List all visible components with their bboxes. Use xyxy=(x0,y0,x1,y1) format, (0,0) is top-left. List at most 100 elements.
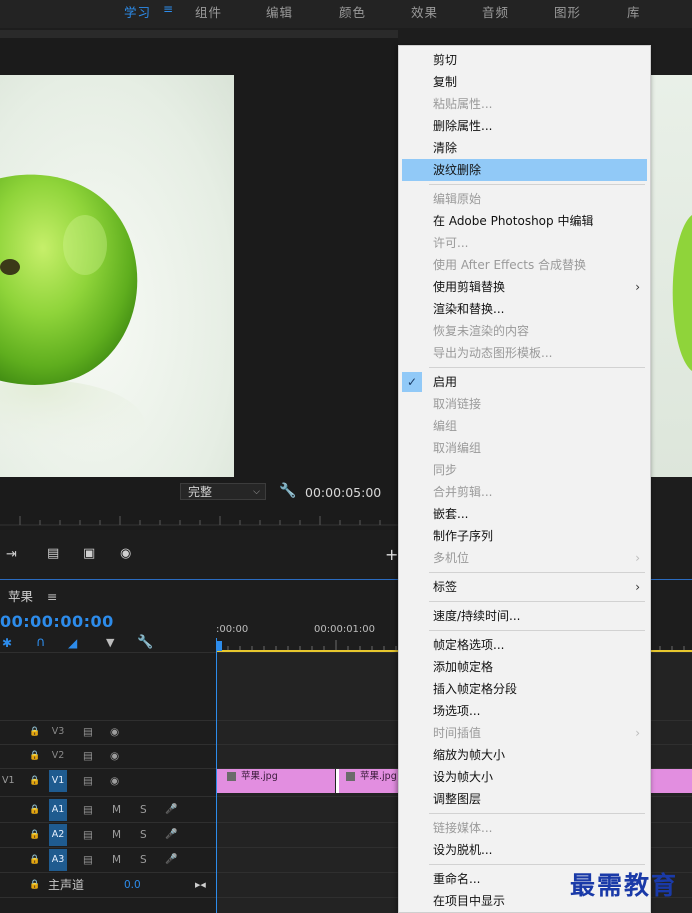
eye-icon[interactable]: ◉ xyxy=(110,770,119,792)
menu-item: 使用 After Effects 合成替换 xyxy=(399,254,650,276)
menu-item: 恢复未渲染的内容 xyxy=(399,320,650,342)
menu-item-label: 启用 xyxy=(433,375,458,389)
magnet-icon[interactable]: ∩ xyxy=(36,635,46,650)
lock-icon[interactable]: 🔒 xyxy=(29,745,40,767)
sequence-tab[interactable]: 苹果 ≡ xyxy=(8,586,57,605)
eye-icon[interactable]: ◉ xyxy=(110,721,119,743)
workspace-tab[interactable]: 图形 xyxy=(554,2,581,21)
menu-item[interactable]: 渲染和替换... xyxy=(399,298,650,320)
lock-icon[interactable]: 🔒 xyxy=(29,770,40,792)
menu-item[interactable]: 清除 xyxy=(399,137,650,159)
track-target-a3[interactable]: A3 xyxy=(49,849,67,871)
track-header-v2[interactable]: 🔒 V2 ▤ ◉ xyxy=(0,745,216,769)
track-header-v3[interactable]: 🔒 V3 ▤ ◉ xyxy=(0,721,216,745)
lock-icon[interactable]: 🔒 xyxy=(29,824,40,846)
chevron-down-icon: ⌵ xyxy=(253,487,260,497)
marker-icon[interactable]: ▼ xyxy=(106,636,114,649)
lock-icon[interactable]: 🔒 xyxy=(29,799,40,821)
camera-icon[interactable]: ◉ xyxy=(120,546,131,561)
mute-button[interactable]: M xyxy=(112,799,121,821)
add-button-icon[interactable]: + xyxy=(385,545,398,564)
track-target-a1[interactable]: A1 xyxy=(49,799,67,821)
go-to-end-icon[interactable]: ▶◀ xyxy=(195,874,206,896)
menu-item[interactable]: 删除属性... xyxy=(399,115,650,137)
wrench-icon[interactable]: 🔧 xyxy=(279,483,296,499)
track-header-a1[interactable]: 🔒 A1 ▤ M S 🎤 xyxy=(0,799,216,823)
track-target-v2[interactable]: V2 xyxy=(49,745,67,767)
workspace-menu-icon[interactable]: ≡ xyxy=(163,2,174,16)
master-volume-value[interactable]: 0.0 xyxy=(124,874,141,896)
timeline-clip-continued[interactable] xyxy=(651,769,692,793)
playback-resolution-dropdown[interactable]: 完整 ⌵ xyxy=(180,483,266,500)
workspace-tab[interactable]: 组件 xyxy=(195,2,222,21)
menu-item[interactable]: 调整图层 xyxy=(399,788,650,810)
menu-item[interactable]: 插入帧定格分段 xyxy=(399,678,650,700)
menu-item[interactable]: 设为脱机... xyxy=(399,839,650,861)
microphone-icon[interactable]: 🎤 xyxy=(165,799,177,821)
menu-item-label: 添加帧定格 xyxy=(433,660,494,674)
lock-icon[interactable]: 🔒 xyxy=(29,874,40,896)
playhead-line[interactable] xyxy=(216,638,217,913)
sync-lock-icon[interactable]: ▤ xyxy=(83,721,93,743)
menu-item[interactable]: 复制 xyxy=(399,71,650,93)
workspace-tab[interactable]: 效果 xyxy=(411,2,438,21)
workspace-tab[interactable]: 库 xyxy=(627,2,641,21)
timeline-clip[interactable]: 苹果.jpg xyxy=(217,769,335,793)
lock-icon[interactable]: 🔒 xyxy=(29,849,40,871)
source-patch-label[interactable]: V1 xyxy=(2,770,15,792)
mute-button[interactable]: M xyxy=(112,849,121,871)
wrench-icon[interactable]: 🔧 xyxy=(137,635,153,650)
sync-lock-icon[interactable]: ▤ xyxy=(83,745,93,767)
track-header-a3[interactable]: 🔒 A3 ▤ M S 🎤 xyxy=(0,849,216,873)
microphone-icon[interactable]: 🎤 xyxy=(165,849,177,871)
menu-item-label: 编辑原始 xyxy=(433,192,482,206)
timeline-clip[interactable]: 苹果.jpg xyxy=(336,769,398,793)
clip-name: 苹果.jpg xyxy=(360,771,397,782)
menu-item[interactable]: 使用剪辑替换 › xyxy=(399,276,650,298)
menu-item[interactable]: 缩放为帧大小 xyxy=(399,744,650,766)
workspace-tab[interactable]: 音频 xyxy=(482,2,509,21)
sync-lock-icon[interactable]: ▤ xyxy=(83,799,93,821)
menu-icon[interactable]: ≡ xyxy=(47,589,57,604)
menu-item[interactable]: 标签 › xyxy=(399,576,650,598)
lock-icon[interactable]: 🔒 xyxy=(29,721,40,743)
menu-item[interactable]: 帧定格选项... xyxy=(399,634,650,656)
menu-item-label: 设为脱机... xyxy=(433,843,493,857)
menu-item[interactable]: ✓ 启用 xyxy=(399,371,650,393)
menu-item[interactable]: 场选项... xyxy=(399,700,650,722)
sync-lock-icon[interactable]: ▤ xyxy=(83,770,93,792)
sync-lock-icon[interactable]: ▤ xyxy=(83,824,93,846)
track-header-v1[interactable]: V1 🔒 V1 ▤ ◉ xyxy=(0,770,216,794)
snap-icon[interactable]: ✱ xyxy=(2,636,12,650)
track-target-v3[interactable]: V3 xyxy=(49,721,67,743)
menu-item[interactable]: 剪切 xyxy=(399,49,650,71)
workspace-tab[interactable]: 编辑 xyxy=(266,2,293,21)
extract-icon[interactable]: ▣ xyxy=(83,546,95,561)
go-to-out-icon[interactable]: ⇥ xyxy=(6,547,17,562)
workspace-tab[interactable]: 学习 xyxy=(124,2,151,21)
workspace-tab[interactable]: 颜色 xyxy=(339,2,366,21)
solo-button[interactable]: S xyxy=(140,799,147,821)
menu-item[interactable]: 在 Adobe Photoshop 中编辑 xyxy=(399,210,650,232)
solo-button[interactable]: S xyxy=(140,849,147,871)
monitor-time-ruler[interactable] xyxy=(0,512,398,526)
mute-button[interactable]: M xyxy=(112,824,121,846)
menu-item[interactable]: 制作子序列 xyxy=(399,525,650,547)
solo-button[interactable]: S xyxy=(140,824,147,846)
menu-item[interactable]: 速度/持续时间... xyxy=(399,605,650,627)
sync-lock-icon[interactable]: ▤ xyxy=(83,849,93,871)
eye-icon[interactable]: ◉ xyxy=(110,745,119,767)
menu-item[interactable]: 嵌套... xyxy=(399,503,650,525)
menu-item[interactable]: 添加帧定格 xyxy=(399,656,650,678)
menu-item[interactable]: 波纹删除 xyxy=(402,159,647,181)
menu-item-label: 波纹删除 xyxy=(433,163,482,177)
timeline-timecode[interactable]: 00:00:00:00 xyxy=(0,612,114,631)
track-target-v1[interactable]: V1 xyxy=(49,770,67,792)
linked-selection-icon[interactable]: ◢ xyxy=(68,636,77,650)
track-header-master[interactable]: 🔒 主声道 0.0 ▶◀ xyxy=(0,874,216,898)
microphone-icon[interactable]: 🎤 xyxy=(165,824,177,846)
menu-item[interactable]: 设为帧大小 xyxy=(399,766,650,788)
track-header-a2[interactable]: 🔒 A2 ▤ M S 🎤 xyxy=(0,824,216,848)
lift-icon[interactable]: ▤ xyxy=(47,546,59,561)
track-target-a2[interactable]: A2 xyxy=(49,824,67,846)
